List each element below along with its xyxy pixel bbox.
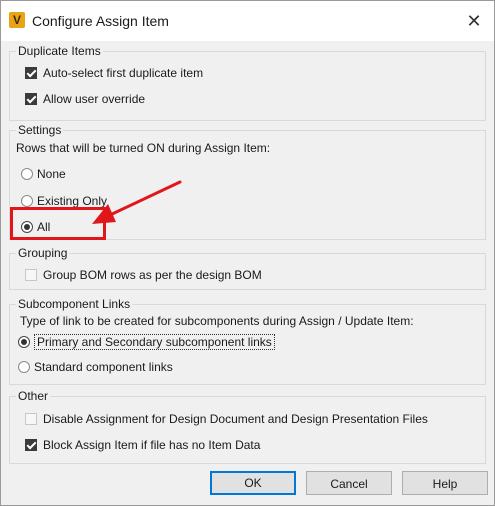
annotation-arrow-icon <box>92 180 182 224</box>
